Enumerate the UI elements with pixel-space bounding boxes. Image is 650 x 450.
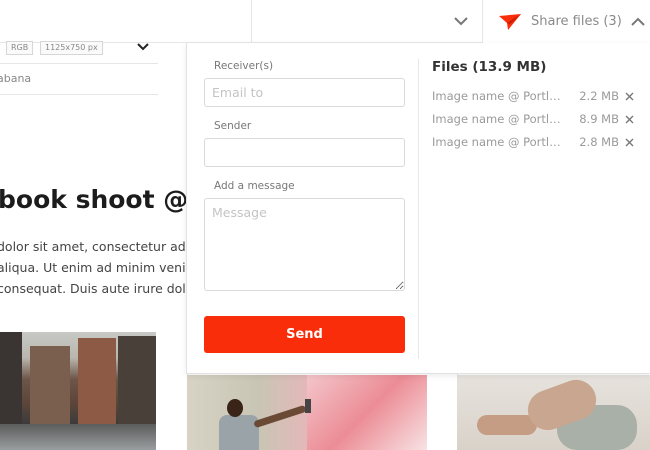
share-files-panel: Receiver(s) Sender Add a message Send Fi…: [186, 43, 650, 374]
image-meta-row: RGB 1125x750 px: [0, 38, 158, 64]
share-files-toggle[interactable]: Share files (3): [483, 0, 650, 43]
dimensions-badge: 1125x750 px: [40, 41, 103, 55]
file-item: Image name @ Portland 8.9 MB: [432, 110, 637, 130]
close-icon[interactable]: [623, 89, 635, 103]
color-mode-badge: RGB: [6, 41, 34, 55]
file-size: 2.8 MB: [579, 135, 619, 149]
send-button[interactable]: Send: [204, 316, 405, 353]
file-size: 2.2 MB: [579, 89, 619, 103]
location-row: abana: [0, 65, 158, 95]
file-name: Image name @ Portland: [432, 135, 562, 149]
share-form: Receiver(s) Sender Add a message Send: [204, 43, 405, 374]
location-text: abana: [0, 72, 32, 85]
close-icon[interactable]: [623, 112, 635, 126]
chevron-down-icon[interactable]: [452, 12, 470, 30]
article-body: dolor sit amet, consectetur adip aliqua.…: [0, 236, 188, 299]
close-icon[interactable]: [623, 135, 635, 149]
sender-label: Sender: [214, 120, 252, 132]
file-size: 8.9 MB: [579, 112, 619, 126]
top-bar: Share files (3): [0, 0, 650, 43]
page-title: book shoot @ l: [0, 185, 188, 214]
panel-divider: [418, 59, 419, 359]
body-line: dolor sit amet, consectetur adip: [0, 239, 188, 254]
message-textarea[interactable]: [204, 198, 405, 291]
body-line: consequat. Duis aute irure dolo: [0, 281, 188, 296]
gallery-photo-alley[interactable]: [0, 332, 156, 450]
files-title: Files (13.9 MB): [432, 59, 547, 75]
share-files-label: Share files (3): [531, 14, 622, 29]
topbar-divider: [251, 0, 252, 43]
gallery-photo-graffiti[interactable]: [187, 375, 427, 450]
receiver-email-input[interactable]: [204, 78, 405, 107]
file-item: Image name @ Portland 2.8 MB: [432, 133, 637, 153]
paper-plane-icon: [498, 13, 522, 31]
gallery-photo-portrait[interactable]: [457, 375, 650, 450]
file-item: Image name @ Portland 2.2 MB: [432, 87, 637, 107]
file-name: Image name @ Portland: [432, 112, 562, 126]
body-line: aliqua. Ut enim ad minim venia: [0, 260, 188, 275]
sender-input[interactable]: [204, 138, 405, 167]
chevron-down-icon[interactable]: [136, 40, 150, 54]
receiver-label: Receiver(s): [214, 60, 274, 72]
message-label: Add a message: [214, 180, 295, 192]
file-name: Image name @ Portland: [432, 89, 562, 103]
chevron-up-icon[interactable]: [630, 14, 646, 30]
